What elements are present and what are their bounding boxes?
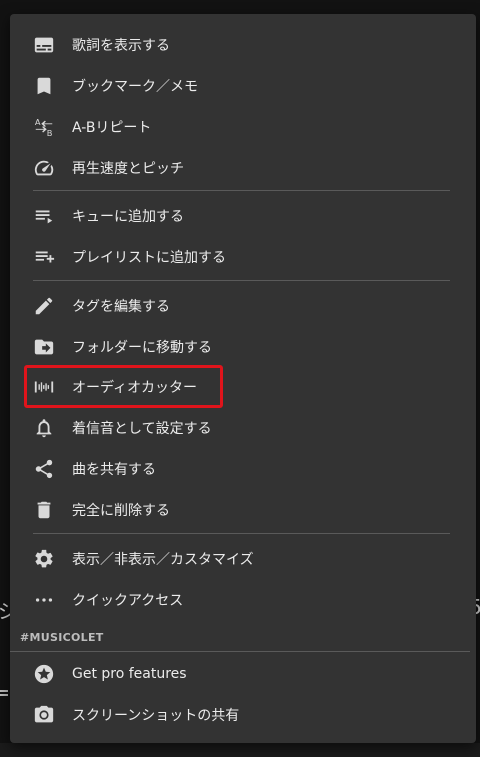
menu-item-label: クイックアクセス [72, 592, 184, 609]
menu-item-edit-tags[interactable]: タグを編集する [10, 285, 476, 326]
section-header: #MUSICOLET [20, 631, 104, 644]
menu-item-label: 再生速度とピッチ [72, 160, 184, 177]
menu-item-show-lyrics[interactable]: 歌詞を表示する [10, 24, 476, 65]
menu-item-set-ringtone[interactable]: 着信音として設定する [10, 407, 476, 448]
trash-icon [33, 499, 55, 521]
menu-item-ab-repeat[interactable]: AB A-Bリピート [10, 106, 476, 147]
menu-item-delete-completely[interactable]: 完全に削除する [10, 489, 476, 530]
menu-item-move-to-folder[interactable]: フォルダーに移動する [10, 326, 476, 367]
menu-item-share-song[interactable]: 曲を共有する [10, 448, 476, 489]
menu-item-label: ブックマーク／メモ [72, 78, 198, 95]
menu-item-label: A-Bリピート [72, 119, 152, 136]
menu-item-add-to-queue[interactable]: キューに追加する [10, 195, 476, 236]
menu-item-add-to-playlist[interactable]: プレイリストに追加する [10, 236, 476, 277]
menu-divider [33, 280, 450, 281]
menu-item-get-pro[interactable]: Get pro features [10, 653, 476, 694]
menu-divider [33, 533, 450, 534]
background-bottom-bar [0, 743, 480, 757]
menu-item-label: フォルダーに移動する [72, 339, 212, 356]
context-menu: 歌詞を表示する ブックマーク／メモ AB A-Bリピート 再生速度とピッチ キュ… [10, 14, 476, 743]
gear-icon [33, 548, 55, 570]
queue-icon [33, 205, 55, 227]
folder-move-icon [33, 336, 55, 358]
menu-divider [33, 190, 450, 191]
pencil-icon [33, 295, 55, 317]
svg-text:B: B [47, 128, 53, 138]
menu-divider [10, 651, 470, 652]
menu-item-label: プレイリストに追加する [72, 249, 226, 266]
star-badge-icon [33, 663, 55, 685]
share-icon [33, 458, 55, 480]
bell-icon [33, 417, 55, 439]
menu-item-quick-access[interactable]: クイックアクセス [10, 579, 476, 620]
menu-item-label: Get pro features [72, 665, 187, 682]
menu-item-label: 歌詞を表示する [72, 37, 170, 54]
svg-text:A: A [35, 117, 41, 127]
subtitles-icon [33, 34, 55, 56]
menu-item-label: 着信音として設定する [72, 420, 212, 437]
menu-item-bookmark-memo[interactable]: ブックマーク／メモ [10, 65, 476, 106]
menu-item-customize[interactable]: 表示／非表示／カスタマイズ [10, 538, 476, 579]
highlight-box [24, 365, 223, 408]
playlist-add-icon [33, 246, 55, 268]
more-horizontal-icon [33, 589, 55, 611]
menu-item-share-screenshot[interactable]: スクリーンショットの共有 [10, 694, 476, 735]
menu-item-label: 完全に削除する [72, 502, 170, 519]
menu-item-speed-pitch[interactable]: 再生速度とピッチ [10, 147, 476, 188]
menu-item-label: 曲を共有する [72, 461, 156, 478]
camera-icon [33, 704, 55, 726]
bookmark-icon [33, 75, 55, 97]
speedometer-icon [33, 157, 55, 179]
background-menu-icon [0, 688, 10, 698]
ab-repeat-icon: AB [33, 116, 55, 138]
menu-item-label: 表示／非表示／カスタマイズ [72, 551, 254, 568]
menu-item-label: スクリーンショットの共有 [72, 707, 240, 724]
menu-item-label: タグを編集する [72, 298, 170, 315]
menu-item-label: キューに追加する [72, 208, 184, 225]
